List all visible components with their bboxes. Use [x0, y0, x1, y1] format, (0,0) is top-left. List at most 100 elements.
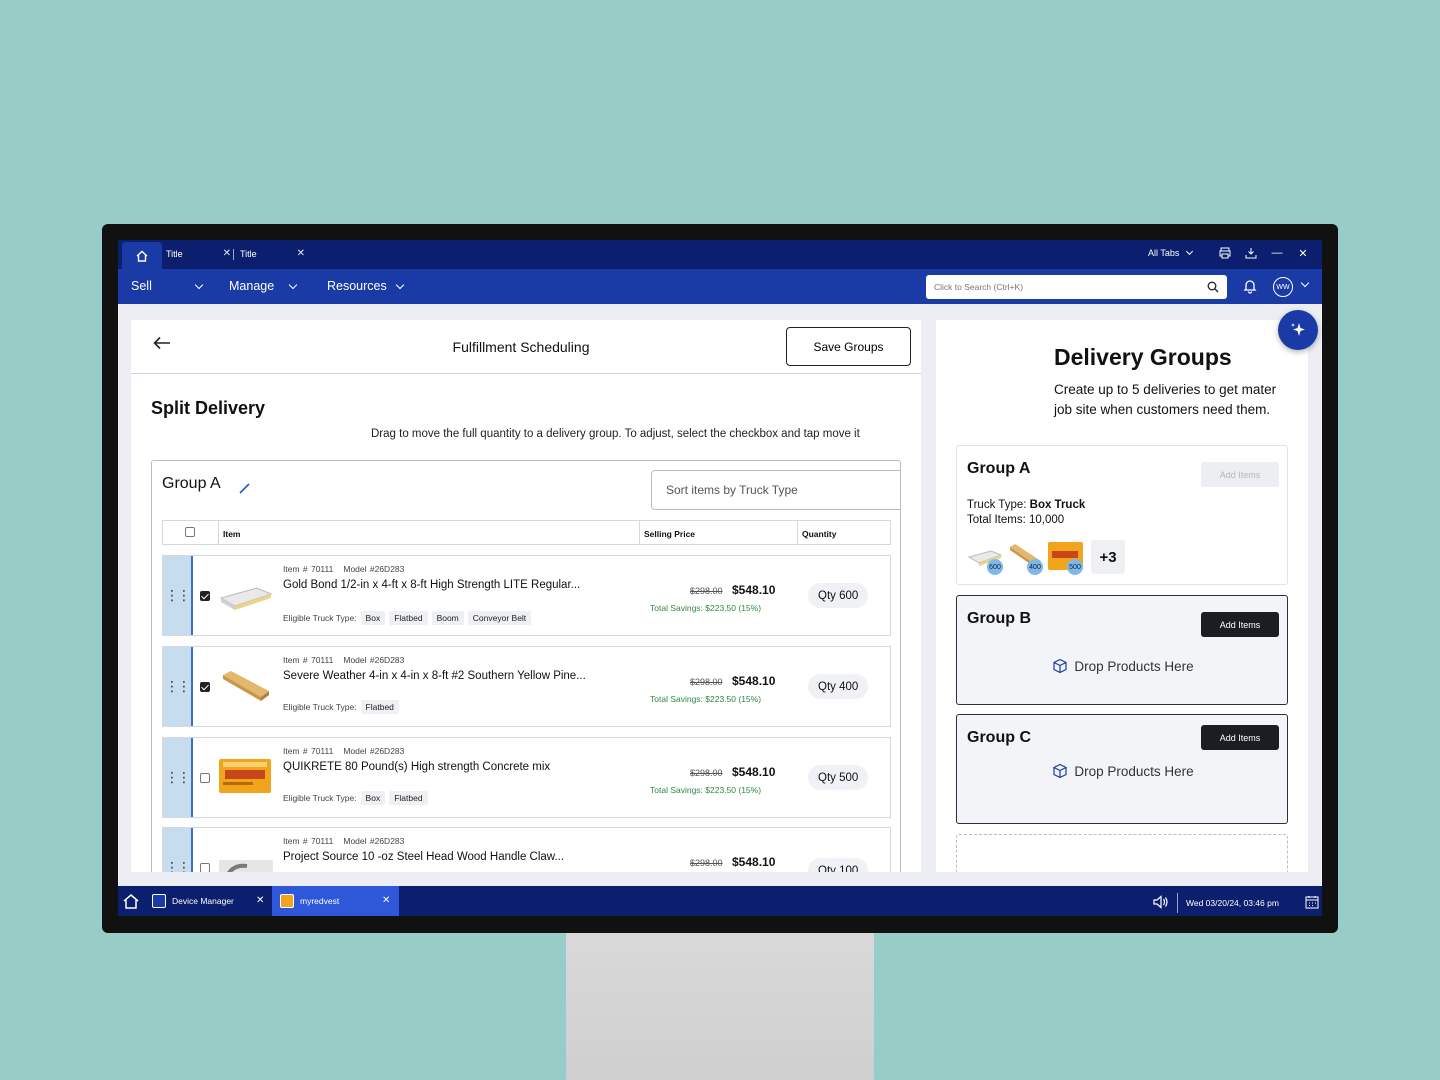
- device-manager-icon: [152, 894, 166, 908]
- column-header-item: Item: [223, 529, 241, 539]
- pencil-icon[interactable]: [238, 481, 252, 500]
- group-a-items: Group A Sort items by Truck Type Item Se…: [151, 460, 901, 872]
- group-summary: Truck Type: Box Truck Total Items: 10,00…: [967, 499, 1086, 526]
- product-name: Severe Weather 4-in x 4-in x 8-ft #2 Sou…: [283, 670, 586, 682]
- nav-label: Resources: [327, 279, 387, 293]
- product-thumbnail: [217, 846, 273, 872]
- drop-zone[interactable]: Drop Products Here: [957, 658, 1289, 674]
- taskbar-item-myredvest[interactable]: myredvest ✕: [272, 886, 399, 916]
- download-icon[interactable]: [1244, 246, 1258, 260]
- close-icon[interactable]: ✕: [223, 248, 231, 259]
- quantity-badge: 600: [987, 559, 1003, 575]
- table-row[interactable]: ⋮⋮ Item # 70111 Model #26D283 QUIKRETE 80…: [162, 737, 891, 818]
- drag-handle-icon[interactable]: ⋮⋮: [163, 647, 193, 726]
- column-header-price: Selling Price: [644, 529, 696, 539]
- chevron-down-icon: [194, 280, 204, 289]
- browser-tab[interactable]: Title ✕: [240, 248, 305, 259]
- search-icon[interactable]: [1207, 281, 1219, 293]
- tab-divider: [233, 249, 234, 260]
- selling-price: $548.10: [732, 674, 776, 688]
- search-bar: [926, 275, 1227, 299]
- selling-price: $548.10: [732, 855, 776, 869]
- fulfillment-panel: Fulfillment Scheduling Save Groups Split…: [131, 320, 921, 872]
- taskbar: Device Manager ✕ myredvest ✕ Wed 03/20/2…: [118, 886, 1322, 916]
- total-savings: Total Savings: $223.50 (15%): [650, 603, 762, 613]
- original-price: $298.00: [690, 677, 723, 687]
- app-icon: [280, 894, 294, 908]
- drag-handle-icon[interactable]: ⋮⋮: [163, 556, 193, 635]
- quantity-badge: 400: [1027, 559, 1043, 575]
- avatar[interactable]: WW: [1273, 277, 1293, 297]
- quantity-pill[interactable]: Qty 500: [808, 765, 869, 790]
- main-nav: Sell Manage Resources WW: [118, 269, 1322, 304]
- drag-handle-icon[interactable]: ⋮⋮: [163, 828, 193, 872]
- more-items-count[interactable]: +3: [1091, 540, 1125, 574]
- eligible-truck-types: Eligible Truck Type: Box Flatbed: [283, 791, 428, 805]
- quantity-pill[interactable]: Qty 100: [808, 858, 869, 872]
- bell-icon[interactable]: [1242, 278, 1258, 297]
- group-name: Group C: [967, 729, 1031, 746]
- table-header: Item Selling Price Quantity: [162, 520, 891, 545]
- table-row[interactable]: ⋮⋮ Item # 70111 Model #26D283 Project Sou…: [162, 827, 891, 872]
- speaker-icon[interactable]: [1153, 895, 1169, 911]
- group-b-card[interactable]: Group B Add Items Drop Products Here: [956, 595, 1288, 705]
- sort-by-truck-input[interactable]: Sort items by Truck Type: [651, 470, 900, 510]
- quantity-pill[interactable]: Qty 400: [808, 674, 869, 699]
- eligible-truck-types: Eligible Truck Type: Box Flatbed Boom Co…: [283, 611, 532, 625]
- add-items-button[interactable]: Add Items: [1201, 725, 1279, 750]
- product-thumbnail: [217, 665, 273, 705]
- new-group-placeholder[interactable]: [956, 834, 1288, 872]
- product-thumbnail: [217, 574, 273, 614]
- truck-chip: Conveyor Belt: [467, 611, 532, 625]
- chevron-down-icon: [1186, 247, 1194, 256]
- taskbar-item-device-manager[interactable]: Device Manager ✕: [144, 886, 268, 916]
- select-all-checkbox[interactable]: [185, 527, 195, 537]
- print-icon[interactable]: [1218, 246, 1232, 260]
- group-c-card[interactable]: Group C Add Items Drop Products Here: [956, 714, 1288, 824]
- calendar-icon[interactable]: [1305, 895, 1319, 911]
- total-savings: Total Savings: $223.50 (15%): [650, 785, 762, 795]
- add-items-button[interactable]: Add Items: [1201, 612, 1279, 637]
- row-checkbox[interactable]: [200, 591, 210, 601]
- row-checkbox[interactable]: [200, 682, 210, 692]
- all-tabs-dropdown[interactable]: All Tabs: [1148, 247, 1194, 258]
- nav-sell[interactable]: Sell: [131, 279, 204, 293]
- truck-chip: Flatbed: [360, 700, 399, 714]
- home-tab[interactable]: [122, 242, 162, 269]
- original-price: $298.00: [690, 858, 723, 868]
- close-icon[interactable]: ✕: [382, 895, 390, 906]
- product-thumbnail: 400: [1007, 541, 1045, 575]
- quantity-pill[interactable]: Qty 600: [808, 583, 869, 608]
- tab-label: Title: [166, 248, 183, 259]
- selling-price: $548.10: [732, 765, 776, 779]
- nav-resources[interactable]: Resources: [327, 279, 404, 293]
- ai-assistant-button[interactable]: [1278, 310, 1318, 350]
- close-icon[interactable]: ✕: [1296, 246, 1310, 260]
- table-row[interactable]: ⋮⋮ Item # 70111 Model #26D283 Gold Bond 1…: [162, 555, 891, 636]
- add-items-button[interactable]: Add Items: [1201, 462, 1279, 487]
- minimize-icon[interactable]: —: [1270, 246, 1284, 260]
- table-row[interactable]: ⋮⋮ Item # 70111 Model #26D283 Severe Weat…: [162, 646, 891, 727]
- drop-zone[interactable]: Drop Products Here: [957, 763, 1289, 779]
- search-input[interactable]: [934, 282, 1207, 292]
- home-icon: [136, 250, 148, 262]
- row-checkbox[interactable]: [200, 773, 210, 783]
- drag-handle-icon[interactable]: ⋮⋮: [163, 738, 193, 817]
- browser-tab[interactable]: Title ✕: [166, 248, 231, 259]
- close-icon[interactable]: ✕: [256, 895, 264, 906]
- row-checkbox[interactable]: [200, 863, 210, 872]
- product-name: QUIKRETE 80 Pound(s) High strength Concr…: [283, 761, 551, 773]
- item-meta: Item # 70111 Model #26D283: [283, 836, 405, 846]
- chevron-down-icon[interactable]: [1300, 278, 1310, 288]
- group-a-card[interactable]: Group A Add Items Truck Type: Box Truck …: [956, 445, 1288, 585]
- taskbar-label: myredvest: [300, 896, 340, 906]
- nav-manage[interactable]: Manage: [229, 279, 298, 293]
- window-controls: — ✕: [1218, 246, 1310, 260]
- save-groups-button[interactable]: Save Groups: [786, 327, 911, 366]
- truck-chip: Flatbed: [389, 611, 428, 625]
- product-thumbnail: [217, 756, 273, 796]
- section-title: Split Delivery: [151, 398, 266, 418]
- datetime: Wed 03/20/24, 03:46 pm: [1186, 898, 1279, 908]
- close-icon[interactable]: ✕: [297, 248, 305, 259]
- home-icon[interactable]: [122, 893, 140, 911]
